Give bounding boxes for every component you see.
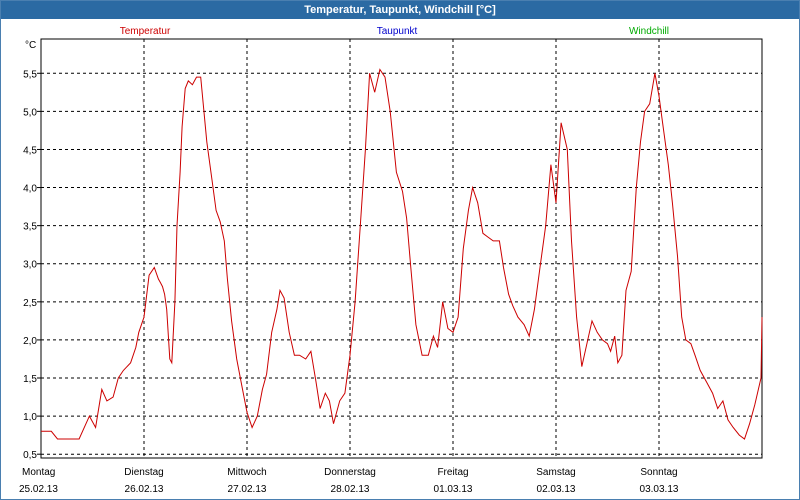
legend: Temperatur Taupunkt Windchill [120, 26, 669, 37]
y-tick-label: 4,5 [23, 145, 37, 156]
y-axis-label: °C [25, 40, 36, 51]
y-tick-label: 3,0 [23, 260, 37, 271]
y-tick-label: 1,5 [23, 374, 37, 385]
x-tick-date: 03.03.13 [640, 484, 679, 495]
series-line-temperatur [41, 68, 763, 440]
y-tick-label: 5,0 [23, 107, 37, 118]
x-tick-date: 01.03.13 [434, 484, 473, 495]
x-tick-date: 27.02.13 [228, 484, 267, 495]
x-tick-date: 28.02.13 [331, 484, 370, 495]
legend-entry-windchill: Windchill [629, 26, 669, 37]
x-tick-day: Donnerstag [324, 467, 376, 478]
y-tick-label: 5,5 [23, 69, 37, 80]
series-lines [41, 68, 763, 440]
x-ticks: Montag 25.02.13 Dienstag 26.02.13 Mittwoch 27… [19, 467, 679, 495]
x-tick-day: Montag [22, 467, 55, 478]
x-tick-day: Dienstag [124, 467, 163, 478]
grid [41, 39, 762, 458]
x-tick-date: 26.02.13 [125, 484, 164, 495]
plot-area [40, 38, 763, 459]
line-chart: Temperatur Taupunkt Windchill °C 5,5 5,0 4… [19, 26, 763, 495]
x-tick-day: Samstag [536, 467, 575, 478]
y-tick-label: 1,0 [23, 412, 37, 423]
x-tick-day: Sonntag [640, 467, 677, 478]
y-tick-label: 0,5 [23, 450, 37, 461]
plot-border [40, 38, 763, 459]
x-tick-date: 25.02.13 [19, 484, 58, 495]
y-tick-label: 3,5 [23, 222, 37, 233]
x-tick-day: Mittwoch [227, 467, 266, 478]
x-tick-day: Freitag [437, 467, 468, 478]
legend-entry-taupunkt: Taupunkt [377, 26, 418, 37]
x-tick-date: 02.03.13 [537, 484, 576, 495]
y-tick-label: 2,0 [23, 336, 37, 347]
legend-entry-temperatur: Temperatur [120, 26, 171, 37]
y-tick-label: 2,5 [23, 298, 37, 309]
y-ticks: 5,5 5,0 4,5 4,0 3,5 3,0 2,5 2,0 1,5 1,0 0,5 [23, 69, 41, 461]
y-tick-label: 4,0 [23, 184, 37, 195]
